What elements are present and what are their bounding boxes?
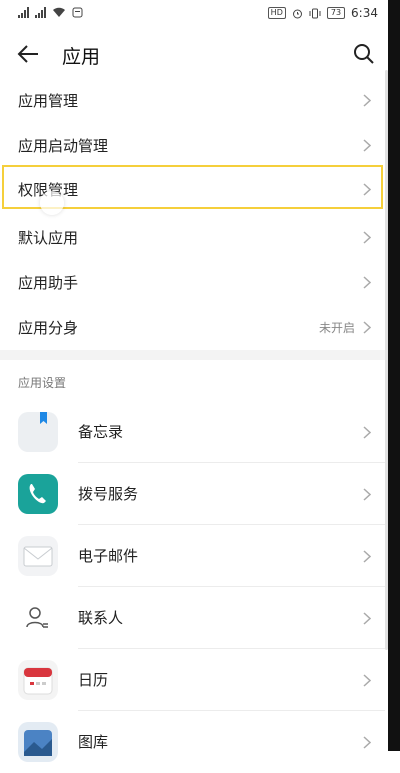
menu-item-startup-management[interactable]: 应用启动管理: [0, 123, 385, 168]
chevron-right-icon: [363, 426, 371, 439]
app-label: 日历: [78, 671, 109, 689]
app-label: 联系人: [78, 609, 124, 627]
status-left: [18, 7, 83, 18]
app-label: 拨号服务: [78, 485, 139, 503]
status-bar: HD 73 6:34: [0, 0, 400, 30]
touch-indicator: [40, 191, 64, 215]
page-title: 应用: [62, 46, 101, 68]
chevron-right-icon: [363, 612, 371, 625]
clock: 6:34: [351, 6, 378, 20]
menu-item-label: 默认应用: [18, 229, 79, 247]
gallery-icon: [18, 722, 58, 762]
menu-item-value: 未开启: [318, 321, 355, 335]
chevron-right-icon: [363, 550, 371, 563]
back-arrow-icon: [17, 45, 38, 63]
app-label: 图库: [78, 733, 109, 751]
status-right: HD 73 6:34: [267, 6, 378, 20]
section-title: 应用设置: [18, 376, 67, 390]
notification-icon: [72, 7, 83, 18]
phone-icon: [18, 474, 58, 514]
wifi-icon: [53, 7, 65, 17]
chevron-right-icon: [363, 231, 371, 244]
app-row-calendar[interactable]: 日历: [0, 649, 385, 711]
app-row-memo[interactable]: 备忘录: [0, 401, 385, 463]
signal-icon: [18, 7, 29, 18]
chevron-right-icon: [363, 488, 371, 501]
menu-item-default-apps[interactable]: 默认应用: [0, 215, 385, 260]
chevron-right-icon: [363, 321, 371, 334]
app-label: 备忘录: [78, 423, 124, 441]
search-button[interactable]: [352, 42, 376, 66]
alarm-icon: [292, 9, 302, 18]
battery-indicator: 73: [326, 7, 346, 19]
signal-2-icon: [35, 7, 46, 18]
app-row-email[interactable]: 电子邮件: [0, 525, 385, 587]
chevron-right-icon: [363, 736, 371, 749]
app-header: 应用: [0, 30, 400, 78]
menu-item-label: 应用启动管理: [18, 137, 109, 155]
search-icon: [354, 44, 374, 64]
app-row-dialer[interactable]: 拨号服务: [0, 463, 385, 525]
app-row-contacts[interactable]: 联系人: [0, 587, 385, 649]
chevron-right-icon: [363, 276, 371, 289]
section-divider: [0, 350, 385, 360]
chevron-right-icon: [363, 674, 371, 687]
app-row-gallery[interactable]: 图库: [0, 711, 385, 773]
menu-item-label: 应用分身: [18, 319, 79, 337]
vibrate-icon: [309, 8, 321, 18]
menu-item-label: 应用助手: [18, 274, 79, 292]
contact-icon: [18, 598, 58, 638]
chevron-right-icon: [363, 94, 371, 107]
calendar-icon: [18, 660, 58, 700]
menu-item-app-management[interactable]: 应用管理: [0, 78, 385, 123]
email-icon: [18, 536, 58, 576]
menu-item-label: 应用管理: [18, 92, 79, 110]
hd-badge: HD: [267, 7, 286, 19]
menu-item-app-twin[interactable]: 应用分身 未开启: [0, 305, 385, 350]
app-label: 电子邮件: [78, 547, 139, 565]
menu-item-app-assistant[interactable]: 应用助手: [0, 260, 385, 305]
back-button[interactable]: [14, 40, 44, 68]
chevron-right-icon: [363, 139, 371, 152]
screen-edge: [388, 0, 400, 751]
memo-icon: [18, 412, 58, 452]
